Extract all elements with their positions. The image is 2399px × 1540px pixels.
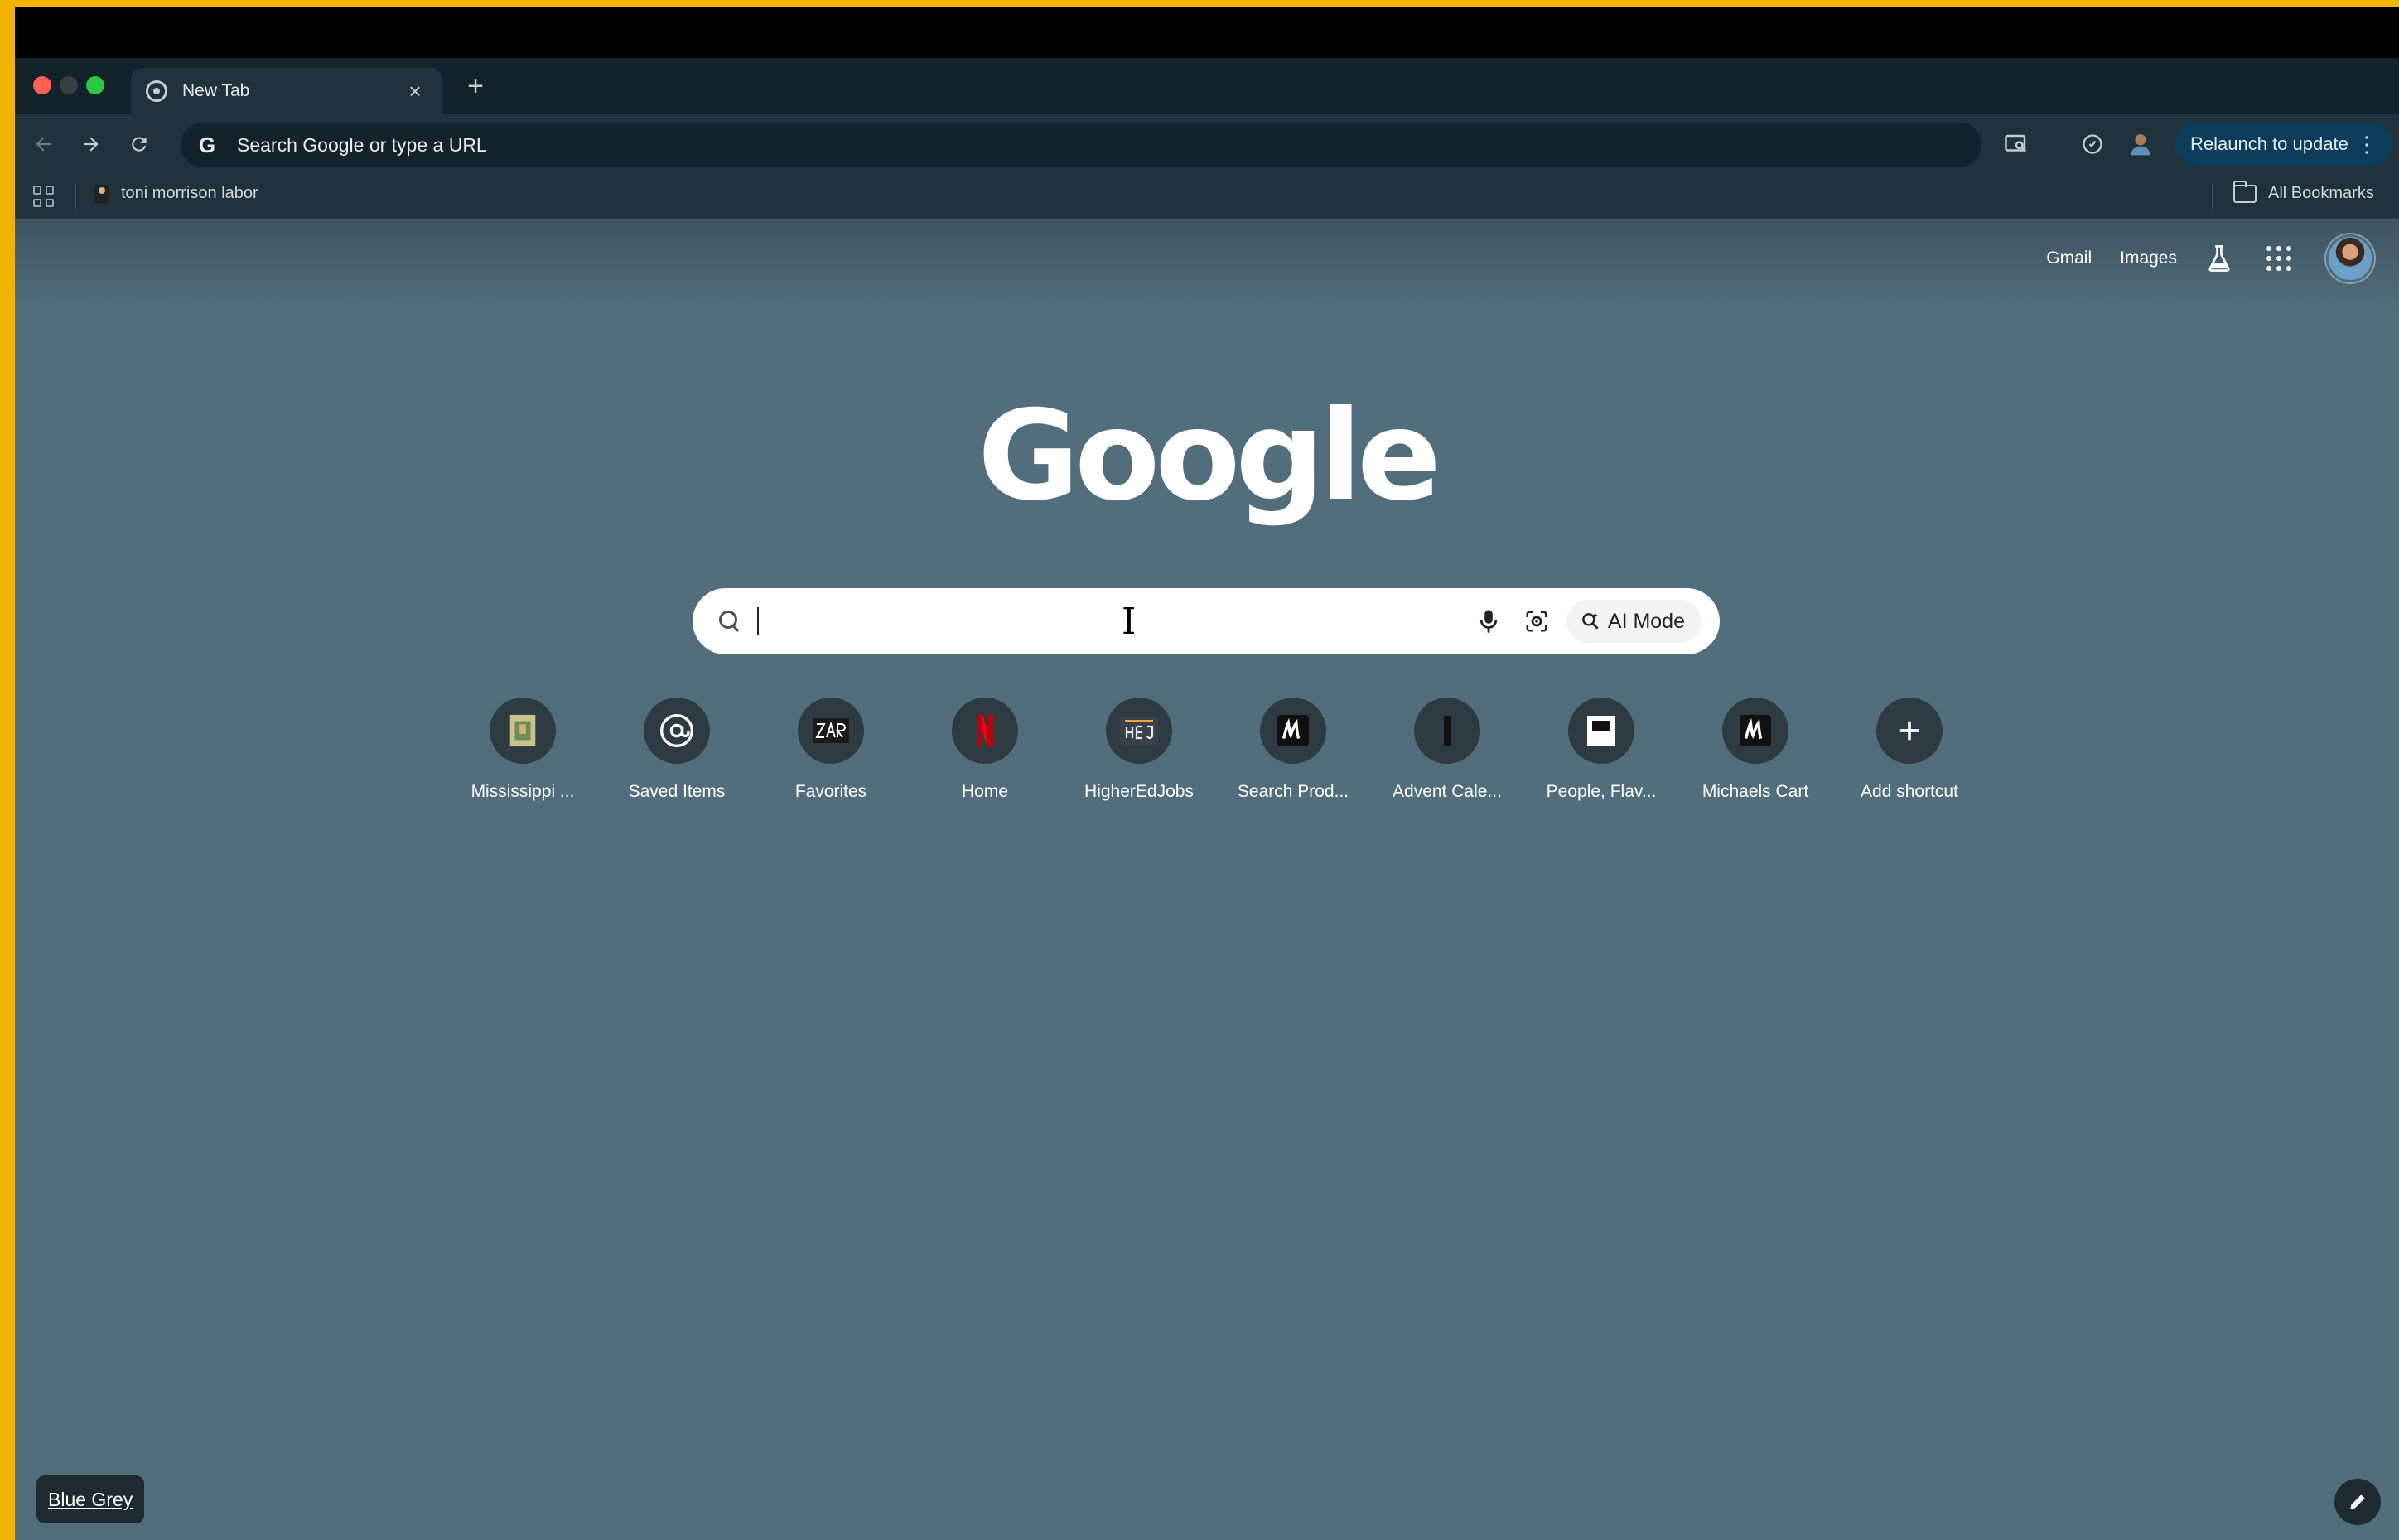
folder-icon bbox=[2233, 180, 2257, 203]
plus-icon bbox=[1876, 698, 1943, 764]
theme-attribution-chip[interactable]: Blue Grey bbox=[36, 1475, 145, 1523]
shortcut-tile[interactable]: Michaels Cart bbox=[1678, 698, 1832, 802]
bookmark-favicon-icon bbox=[94, 184, 109, 203]
shortcut-label: People, Flav... bbox=[1546, 782, 1657, 801]
google-logo: Google bbox=[977, 384, 1441, 529]
ai-mode-label: AI Mode bbox=[1607, 609, 1685, 633]
relaunch-to-update-button[interactable]: Relaunch to update ⋮ bbox=[2175, 123, 2392, 166]
bookmark-item[interactable]: toni morrison labor bbox=[94, 184, 258, 203]
shortcut-label: Favorites bbox=[794, 782, 867, 801]
images-link[interactable]: Images bbox=[2120, 249, 2177, 268]
bookmarks-divider bbox=[2212, 184, 2213, 209]
back-button[interactable] bbox=[23, 124, 63, 164]
all-bookmarks-button[interactable]: All Bookmarks bbox=[2233, 180, 2374, 203]
profile-avatar-icon[interactable] bbox=[2126, 129, 2155, 159]
at-sign-icon bbox=[644, 698, 710, 764]
ai-search-icon bbox=[1582, 612, 1599, 630]
tab-new-tab[interactable]: New Tab × bbox=[131, 68, 442, 114]
all-bookmarks-label: All Bookmarks bbox=[2268, 184, 2374, 202]
browser-window: New Tab × + G Search Google or type a UR… bbox=[15, 58, 2399, 1540]
shortcut-label: Michaels Cart bbox=[1702, 782, 1809, 801]
reload-icon bbox=[132, 137, 147, 152]
customize-chrome-button[interactable] bbox=[2334, 1479, 2381, 1525]
hej-logo-icon bbox=[1106, 698, 1172, 764]
zara-logo-icon bbox=[798, 698, 864, 764]
search-input[interactable] bbox=[757, 607, 1459, 635]
close-window-button[interactable] bbox=[33, 76, 51, 94]
ai-mode-button[interactable]: AI Mode bbox=[1566, 600, 1702, 643]
add-shortcut-button[interactable]: Add shortcut bbox=[1832, 698, 1986, 802]
labs-flask-icon[interactable] bbox=[2205, 244, 2233, 273]
shortcut-tile[interactable]: Favorites bbox=[754, 698, 908, 802]
search-icon bbox=[717, 609, 742, 634]
tab-title: New Tab bbox=[182, 81, 250, 100]
shortcut-label: Mississippi ... bbox=[471, 782, 575, 801]
bookmark-label: toni morrison labor bbox=[121, 184, 258, 202]
shortcut-label: Home bbox=[961, 782, 1009, 801]
shortcut-tile[interactable]: Search Prod... bbox=[1216, 698, 1370, 802]
shortcut-tile[interactable]: People, Flav... bbox=[1524, 698, 1678, 802]
book-cover-icon bbox=[490, 698, 556, 764]
forward-button[interactable] bbox=[71, 124, 111, 164]
michaels-logo-icon bbox=[1722, 698, 1788, 764]
text-cursor-icon: I bbox=[1122, 601, 1137, 643]
back-arrow-icon bbox=[36, 137, 51, 152]
shortcut-label: Search Prod... bbox=[1237, 782, 1349, 801]
account-avatar[interactable] bbox=[2326, 234, 2374, 282]
google-g-icon: G bbox=[198, 132, 216, 157]
bookmarks-divider bbox=[75, 184, 76, 209]
recording-top-bar bbox=[15, 7, 2399, 58]
browser-toolbar: G Search Google or type a URL Relaunch t… bbox=[15, 114, 2399, 174]
maximize-window-button[interactable] bbox=[86, 76, 104, 94]
shortcut-tile[interactable]: Mississippi ... bbox=[446, 698, 600, 802]
shortcut-tile[interactable]: Home bbox=[908, 698, 1062, 802]
more-menu-icon[interactable]: ⋮ bbox=[2356, 132, 2377, 157]
gmail-link[interactable]: Gmail bbox=[2046, 249, 2092, 268]
chrome-icon bbox=[146, 80, 167, 102]
shortcut-label: Add shortcut bbox=[1861, 782, 1958, 801]
shortcut-tile[interactable]: Saved Items bbox=[600, 698, 754, 802]
shortcut-label: Advent Cale... bbox=[1393, 782, 1502, 801]
bookmarks-bar: toni morrison labor All Bookmarks bbox=[15, 174, 2399, 219]
tab-search-icon[interactable] bbox=[2001, 129, 2031, 159]
shortcut-tile[interactable]: HigherEdJobs bbox=[1062, 698, 1216, 802]
top-right-links: Gmail Images bbox=[2046, 234, 2374, 283]
forward-arrow-icon bbox=[84, 137, 99, 152]
new-tab-page: Gmail Images Google AI Mode I Mississipp… bbox=[15, 219, 2399, 1540]
shortcut-label: Saved Items bbox=[628, 782, 726, 801]
pencil-icon bbox=[2350, 1494, 2365, 1509]
address-bar-placeholder: Search Google or type a URL bbox=[237, 133, 487, 156]
netflix-logo-icon bbox=[952, 698, 1018, 764]
shortcuts-row: Mississippi ... Saved Items Favorites Ho… bbox=[446, 698, 1986, 802]
bookmark-box-icon bbox=[1568, 698, 1634, 764]
tab-close-icon[interactable]: × bbox=[403, 79, 427, 104]
new-tab-button[interactable]: + bbox=[459, 70, 492, 103]
tab-strip: New Tab × + bbox=[15, 58, 2399, 114]
reload-button[interactable] bbox=[119, 124, 159, 164]
minimize-window-button[interactable] bbox=[60, 76, 78, 94]
apps-shortcut-icon[interactable] bbox=[33, 186, 55, 207]
michaels-logo-icon bbox=[1260, 698, 1326, 764]
address-bar[interactable]: G Search Google or type a URL bbox=[181, 123, 1981, 167]
google-apps-icon[interactable] bbox=[2266, 246, 2291, 271]
relaunch-label: Relaunch to update bbox=[2190, 133, 2348, 154]
google-lens-icon[interactable] bbox=[1518, 603, 1555, 640]
search-box[interactable]: AI Mode bbox=[693, 588, 1720, 654]
bar-icon bbox=[1414, 698, 1480, 764]
shortcut-tile[interactable]: Advent Cale... bbox=[1370, 698, 1524, 802]
voice-search-icon[interactable] bbox=[1470, 603, 1507, 640]
extension-icon[interactable] bbox=[2078, 129, 2107, 159]
shortcut-label: HigherEdJobs bbox=[1084, 782, 1194, 801]
